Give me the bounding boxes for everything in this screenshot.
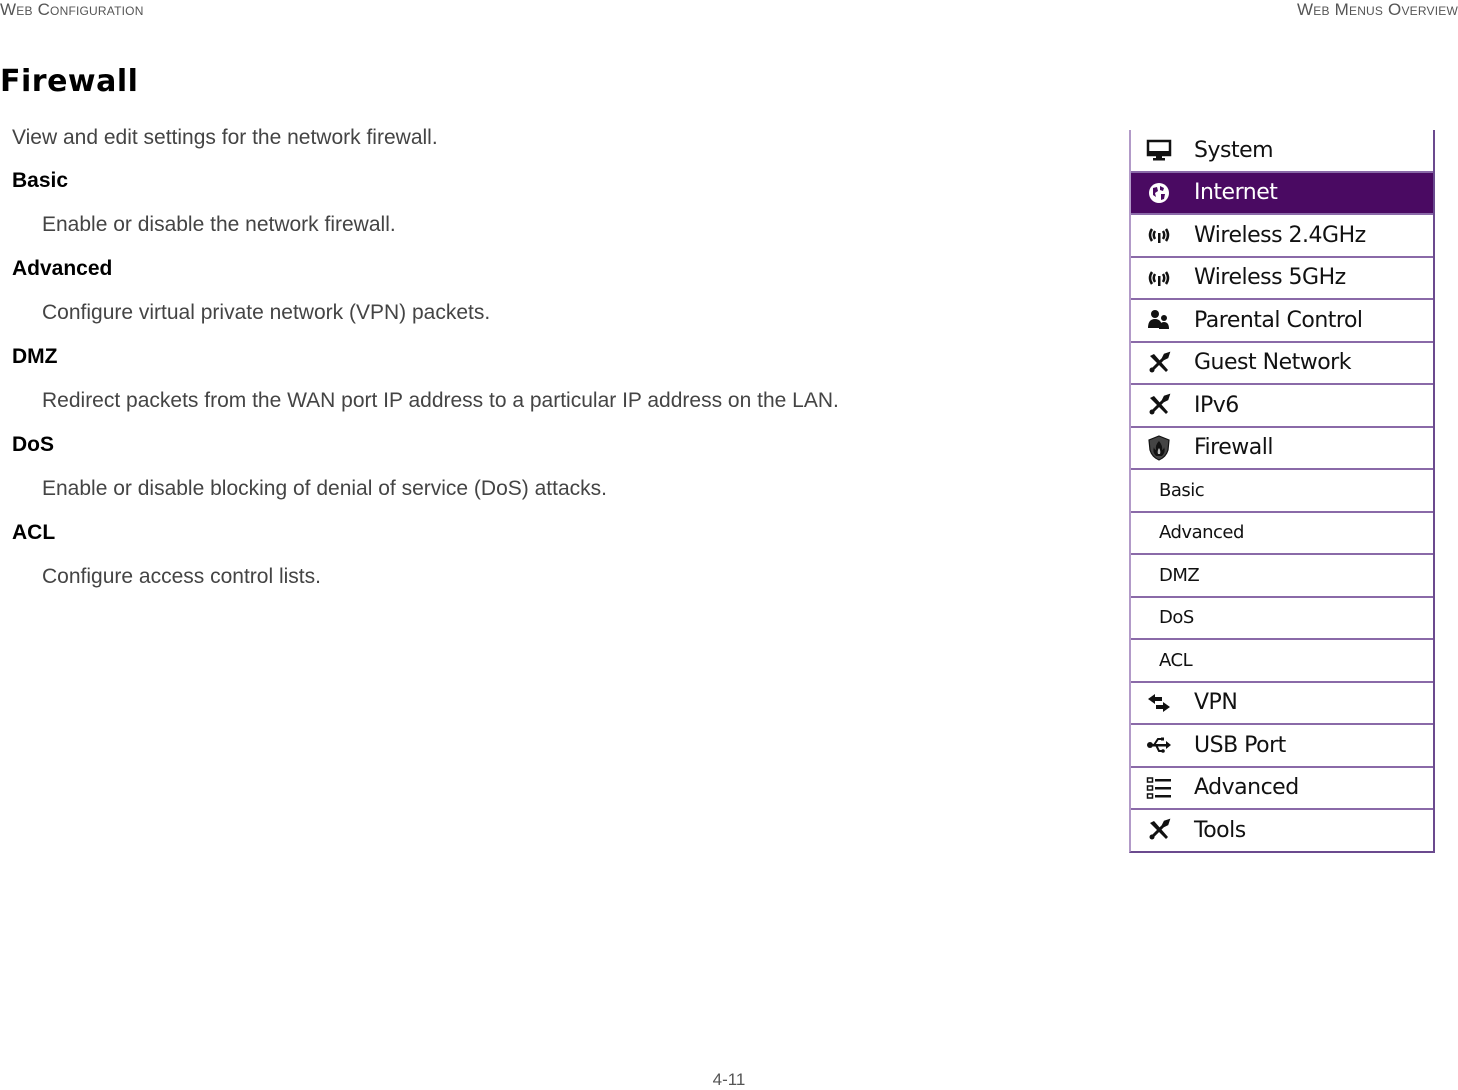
- menu-item-wireless-5ghz[interactable]: Wireless 5GHz: [1131, 257, 1433, 300]
- menu-item-label: Internet: [1194, 180, 1278, 206]
- menu-item-vpn[interactable]: VPN: [1131, 682, 1433, 725]
- menu-item-advanced[interactable]: Advanced: [1131, 767, 1433, 810]
- menu-item-parental-control[interactable]: Parental Control: [1131, 300, 1433, 343]
- page-number: 4-11: [712, 1070, 746, 1089]
- menu-item-ipv6[interactable]: IPv6: [1131, 385, 1433, 428]
- submenu-item-dmz[interactable]: DMZ: [1131, 555, 1433, 598]
- menu-item-label: VPN: [1194, 690, 1238, 716]
- description-acl: Configure access control lists.: [42, 565, 321, 588]
- menu-item-label: Parental Control: [1194, 307, 1363, 333]
- menu-item-label: IPv6: [1194, 392, 1239, 418]
- submenu-item-basic[interactable]: Basic: [1131, 470, 1433, 513]
- description-dmz: Redirect packets from the WAN port IP ad…: [42, 389, 839, 412]
- submenu-item-advanced[interactable]: Advanced: [1131, 512, 1433, 555]
- web-menu-screenshot: System Internet Wireless 2.4GHz Wireless…: [1129, 130, 1435, 853]
- description-advanced: Configure virtual private network (VPN) …: [42, 301, 491, 324]
- term-acl: ACL: [12, 521, 56, 544]
- menu-item-label: Wireless 2.4GHz: [1194, 222, 1366, 248]
- submenu-item-acl[interactable]: ACL: [1131, 640, 1433, 683]
- term-dos: DoS: [12, 433, 54, 456]
- term-dmz: DMZ: [12, 345, 58, 368]
- menu-item-guest-network[interactable]: Guest Network: [1131, 342, 1433, 385]
- menu-item-label: DMZ: [1159, 564, 1200, 586]
- menu-item-internet[interactable]: Internet: [1131, 172, 1433, 215]
- menu-item-usb-port[interactable]: USB Port: [1131, 725, 1433, 768]
- menu-item-label: ACL: [1159, 649, 1193, 671]
- list-icon: [1145, 774, 1173, 802]
- monitor-icon: [1145, 136, 1173, 164]
- menu-item-label: Guest Network: [1194, 350, 1351, 376]
- menu-item-label: Wireless 5GHz: [1194, 265, 1346, 291]
- shield-fire-icon: [1145, 434, 1173, 462]
- users-icon: [1145, 306, 1173, 334]
- submenu-item-dos[interactable]: DoS: [1131, 597, 1433, 640]
- menu-item-label: Tools: [1194, 817, 1246, 843]
- tools-icon: [1145, 816, 1173, 844]
- tools-icon: [1145, 349, 1173, 377]
- menu-item-tools[interactable]: Tools: [1131, 810, 1433, 851]
- page-title: Firewall: [0, 64, 139, 99]
- menu-item-firewall[interactable]: Firewall: [1131, 427, 1433, 470]
- menu-item-label: Basic: [1159, 479, 1205, 501]
- menu-item-label: Advanced: [1159, 522, 1244, 544]
- menu-item-label: System: [1194, 137, 1274, 163]
- term-basic: Basic: [12, 169, 69, 192]
- term-advanced: Advanced: [12, 257, 113, 280]
- exchange-arrows-icon: [1145, 689, 1173, 717]
- wireless-icon: [1145, 264, 1173, 292]
- menu-item-system[interactable]: System: [1131, 130, 1433, 173]
- menu-item-label: Advanced: [1194, 775, 1299, 801]
- usb-icon: [1145, 731, 1173, 759]
- menu-item-label: DoS: [1159, 607, 1194, 629]
- description-dos: Enable or disable blocking of denial of …: [42, 477, 607, 500]
- running-header-left: Web Configuration: [0, 0, 144, 19]
- content-body: View and edit settings for the network f…: [12, 124, 1062, 607]
- description-basic: Enable or disable the network firewall.: [42, 213, 396, 236]
- tools-icon: [1145, 391, 1173, 419]
- intro-text: View and edit settings for the network f…: [12, 126, 438, 149]
- globe-icon: [1145, 179, 1173, 207]
- menu-item-label: USB Port: [1194, 732, 1286, 758]
- wireless-icon: [1145, 221, 1173, 249]
- menu-item-label: Firewall: [1194, 435, 1273, 461]
- menu-item-wireless-24ghz[interactable]: Wireless 2.4GHz: [1131, 215, 1433, 258]
- running-header-right: Web Menus Overview: [1297, 0, 1458, 19]
